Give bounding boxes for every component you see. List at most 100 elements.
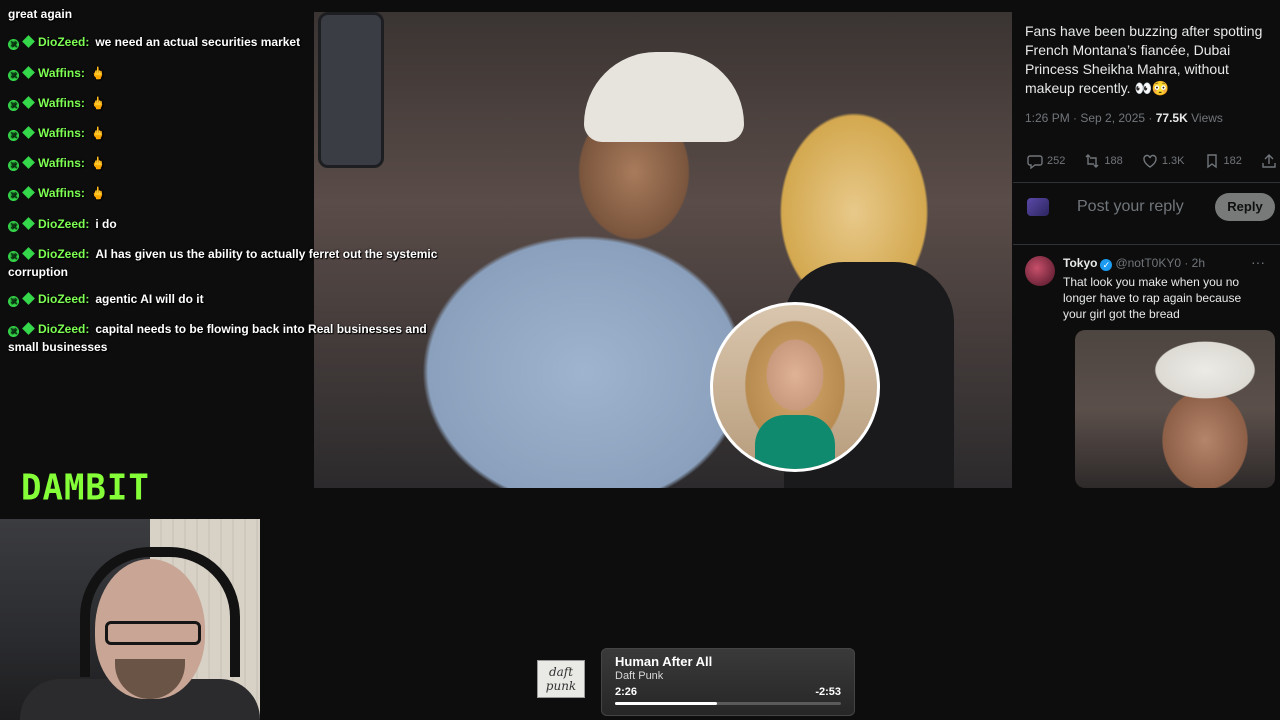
chat-message: ✕ Waffins: 🖕: [8, 124, 440, 142]
chat-username[interactable]: Waffins:: [38, 186, 85, 200]
like-count: 1.3K: [1161, 155, 1185, 167]
chat-username[interactable]: DioZeed:: [38, 322, 89, 336]
chat-message: ✕ DioZeed: i do: [8, 215, 440, 233]
badge-icon: ✕: [8, 130, 19, 141]
inset-portrait: [710, 302, 880, 472]
chat-message: ✕ Waffins: 🖕: [8, 154, 440, 172]
chat-message: ✕ Waffins: 🖕: [8, 64, 440, 82]
reply-author-handle: @notT0KY0 · 2h: [1115, 256, 1206, 270]
like-action[interactable]: 1.3K: [1142, 153, 1185, 169]
badge-icon: ✕: [8, 100, 19, 111]
badge-icon: ✕: [8, 39, 19, 50]
turban-shape: [584, 52, 744, 142]
reply-header: Tokyo ✓ @notT0KY0 · 2h: [1063, 256, 1205, 271]
chat-username[interactable]: DioZeed:: [38, 247, 89, 261]
chat-text: great again: [8, 7, 73, 21]
divider: [1013, 182, 1280, 183]
reply-input[interactable]: Post your reply: [1077, 198, 1184, 216]
chat-text: 🖕: [90, 156, 106, 170]
track-title: Human After All: [615, 654, 713, 669]
badge-icon: ✕: [8, 190, 19, 201]
chat-username[interactable]: Waffins:: [38, 66, 85, 80]
chat-text: 🖕: [90, 66, 106, 80]
bookmark-count: 182: [1223, 155, 1242, 167]
chat-username[interactable]: DioZeed:: [38, 292, 89, 306]
remaining-time: -2:53: [815, 686, 841, 698]
bookmark-action[interactable]: 182: [1204, 153, 1242, 169]
reply-composer: Post your reply Reply: [1025, 190, 1275, 224]
more-icon[interactable]: ···: [1251, 254, 1265, 270]
chat-username[interactable]: DioZeed:: [38, 217, 89, 231]
chat-message: ✕ DioZeed: AI has given us the ability to …: [8, 245, 440, 281]
tweet-view-count: 77.5K: [1155, 111, 1188, 125]
diamond-badge-icon: [22, 247, 35, 260]
verified-icon: ✓: [1100, 259, 1113, 271]
repost-action[interactable]: 188: [1084, 153, 1123, 169]
track-artist: Daft Punk: [615, 670, 664, 682]
chat-message: ✕ Waffins: 🖕: [8, 94, 440, 112]
reply-author-name[interactable]: Tokyo: [1063, 256, 1097, 270]
chat-overlay: great again ✕ DioZeed: we need an actual s…: [0, 0, 450, 360]
now-playing-widget: Human After All Daft Punk 2:26 -2:53: [601, 648, 855, 716]
tweet-timestamp[interactable]: 1:26 PM · Sep 2, 2025 ·: [1025, 111, 1156, 125]
avatar[interactable]: [1025, 256, 1055, 286]
chat-text: 🖕: [90, 126, 106, 140]
reply-count: 252: [1047, 155, 1066, 167]
progress-bar[interactable]: [615, 702, 841, 705]
share-icon: [1262, 154, 1276, 168]
chat-username[interactable]: Waffins:: [38, 96, 85, 110]
reply-text: That look you make when you no longer ha…: [1063, 275, 1242, 321]
diamond-badge-icon: [22, 217, 35, 230]
chat-text: 🖕: [90, 186, 106, 200]
diamond-badge-icon: [22, 96, 35, 109]
heart-icon: [1143, 154, 1157, 168]
badge-icon: ✕: [8, 70, 19, 81]
chat-text: 🖕: [90, 96, 106, 110]
tweet-meta: 1:26 PM · Sep 2, 2025 · 77.5K Views: [1025, 111, 1223, 125]
progress-fill: [615, 702, 717, 705]
reply-button[interactable]: Reply: [1215, 193, 1275, 221]
badge-icon: ✕: [8, 221, 19, 232]
badge-icon: ✕: [8, 251, 19, 262]
diamond-badge-icon: [22, 186, 35, 199]
repost-icon: [1085, 154, 1099, 168]
chat-message: ✕ DioZeed: agentic AI will do it: [8, 290, 440, 308]
avatar: [1027, 198, 1049, 216]
tweet-text: Fans have been buzzing after spotting Fr…: [1025, 23, 1263, 96]
comment-icon: [1027, 155, 1043, 169]
chat-message: great again: [8, 5, 440, 23]
share-action[interactable]: [1261, 153, 1277, 169]
repost-count: 188: [1104, 155, 1123, 167]
chat-username[interactable]: DioZeed:: [38, 35, 89, 49]
tweet-actions: 252 188 1.3K 182: [1027, 151, 1277, 171]
chat-message: ✕ DioZeed: capital needs to be flowing bac…: [8, 320, 440, 356]
channel-logo: DAMBIT: [21, 467, 150, 509]
diamond-badge-icon: [22, 156, 35, 169]
headset-icon: [80, 547, 240, 677]
tweet-panel: Fans have been buzzing after spotting Fr…: [1013, 0, 1280, 720]
chat-username[interactable]: Waffins:: [38, 156, 85, 170]
divider: [1013, 244, 1280, 245]
webcam-feed: [0, 519, 260, 720]
diamond-badge-icon: [22, 66, 35, 79]
diamond-badge-icon: [22, 292, 35, 305]
bookmark-icon: [1206, 154, 1217, 169]
badge-icon: ✕: [8, 296, 19, 307]
inset-top-shape: [755, 415, 835, 469]
chat-username[interactable]: Waffins:: [38, 126, 85, 140]
badge-icon: ✕: [8, 160, 19, 171]
reply-action[interactable]: 252: [1027, 153, 1065, 169]
chat-text: i do: [95, 217, 117, 231]
diamond-badge-icon: [22, 35, 35, 48]
reply-image[interactable]: [1075, 330, 1275, 488]
diamond-badge-icon: [22, 126, 35, 139]
chat-message: ✕ Waffins: 🖕: [8, 184, 440, 202]
badge-icon: ✕: [8, 326, 19, 337]
chat-message: ✕ DioZeed: we need an actual securities ma…: [8, 33, 440, 51]
diamond-badge-icon: [22, 322, 35, 335]
elapsed-time: 2:26: [615, 686, 638, 698]
album-art: daft punk: [537, 660, 585, 698]
tweet-views-label: Views: [1187, 111, 1223, 125]
chat-text: agentic AI will do it: [95, 292, 204, 306]
chat-text: we need an actual securities market: [95, 35, 301, 49]
